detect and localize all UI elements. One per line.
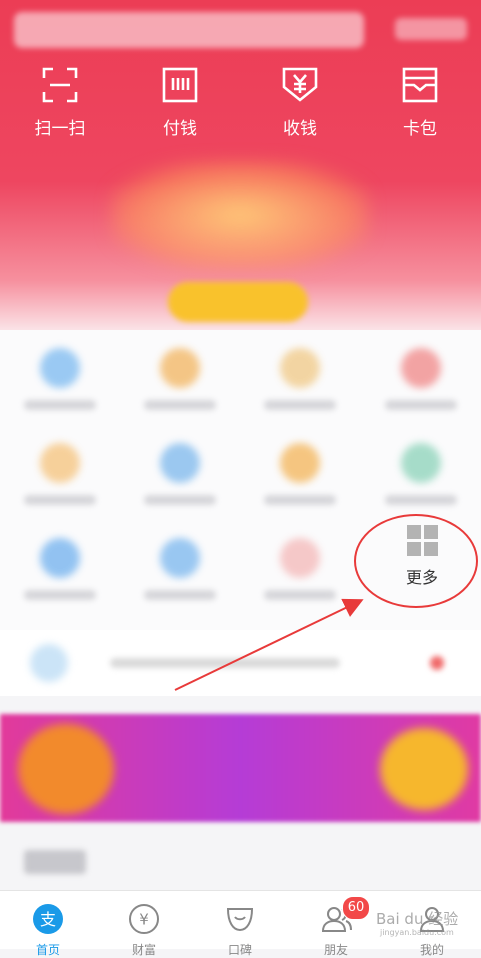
notice-dot: [430, 656, 444, 670]
app-item[interactable]: [120, 330, 240, 410]
app-icon: [401, 348, 441, 388]
top-actions: 扫一扫 付钱 收钱 卡包: [0, 66, 481, 146]
watermark: Bai du 经验: [376, 910, 459, 928]
app-icon: [40, 348, 80, 388]
header-right-actions[interactable]: [395, 18, 467, 40]
app-item[interactable]: [240, 330, 360, 410]
card-wallet-action[interactable]: 卡包: [360, 66, 480, 146]
app-label: [144, 590, 216, 600]
wealth-icon: ¥: [129, 904, 159, 934]
tab-home-label: 首页: [35, 943, 60, 957]
app-icon: [160, 443, 200, 483]
app-label: [24, 590, 96, 600]
tab-profile-label: 我的: [419, 943, 444, 957]
app-label: [144, 400, 216, 410]
tab-koubei[interactable]: 口碑: [192, 891, 288, 957]
notice-icon: [30, 644, 68, 682]
pay-icon: [162, 67, 198, 103]
search-bar[interactable]: [14, 12, 364, 48]
notice-text: [110, 658, 340, 668]
receive-icon: [282, 67, 318, 102]
app-icon: [160, 538, 200, 578]
app-item[interactable]: [240, 520, 360, 600]
app-item[interactable]: [0, 520, 120, 600]
app-icon: [280, 538, 320, 578]
friends-notification-badge: 60: [342, 896, 370, 920]
svg-text:支: 支: [40, 910, 56, 929]
app-item[interactable]: [0, 330, 120, 410]
header-banner: 扫一扫 付钱 收钱 卡包: [0, 0, 481, 330]
app-label: [24, 495, 96, 505]
app-icon: [40, 538, 80, 578]
notice-bar[interactable]: [0, 630, 481, 696]
scan-label: 扫一扫: [34, 119, 86, 139]
watermark-url: jingyan.baidu.com: [380, 928, 454, 937]
scan-action[interactable]: 扫一扫: [0, 66, 120, 146]
app-label: [264, 495, 336, 505]
tab-wealth-label: 财富: [131, 943, 156, 957]
app-label: [144, 495, 216, 505]
tab-friends-label: 朋友: [323, 943, 348, 957]
app-item[interactable]: [120, 425, 240, 505]
promo-right-badge: [380, 728, 468, 810]
app-item[interactable]: [0, 425, 120, 505]
app-icon: [40, 443, 80, 483]
red-packet-banner[interactable]: [110, 160, 370, 270]
koubei-icon: [226, 908, 254, 932]
tab-koubei-label: 口碑: [227, 943, 252, 957]
pay-action[interactable]: 付钱: [120, 66, 240, 146]
app-item[interactable]: [361, 330, 481, 410]
section-title: [24, 850, 86, 874]
card-wallet-label: 卡包: [403, 119, 437, 139]
promo-left-badge: [18, 724, 114, 814]
banner-cta-button[interactable]: [168, 282, 308, 322]
app-icon: [160, 348, 200, 388]
tab-wealth[interactable]: ¥ 财富: [96, 891, 192, 957]
app-item[interactable]: [240, 425, 360, 505]
pay-label: 付钱: [163, 119, 197, 139]
receive-label: 收钱: [283, 119, 317, 139]
app-label: [385, 400, 457, 410]
card-wallet-icon: [402, 67, 438, 103]
app-item[interactable]: [120, 520, 240, 600]
alipay-home-icon: 支: [33, 904, 63, 934]
app-label: [264, 590, 336, 600]
app-icon: [280, 443, 320, 483]
app-label: [264, 400, 336, 410]
app-item[interactable]: [361, 425, 481, 505]
app-label: [24, 400, 96, 410]
tab-home[interactable]: 支 首页: [0, 891, 96, 957]
annotation-circle: [354, 514, 478, 608]
promo-banner[interactable]: [0, 714, 481, 822]
scan-icon: [42, 67, 78, 103]
tab-friends[interactable]: 朋友: [288, 891, 384, 957]
svg-text:¥: ¥: [139, 911, 149, 929]
app-icon: [280, 348, 320, 388]
receive-action[interactable]: 收钱: [240, 66, 360, 146]
app-icon: [401, 443, 441, 483]
app-label: [385, 495, 457, 505]
